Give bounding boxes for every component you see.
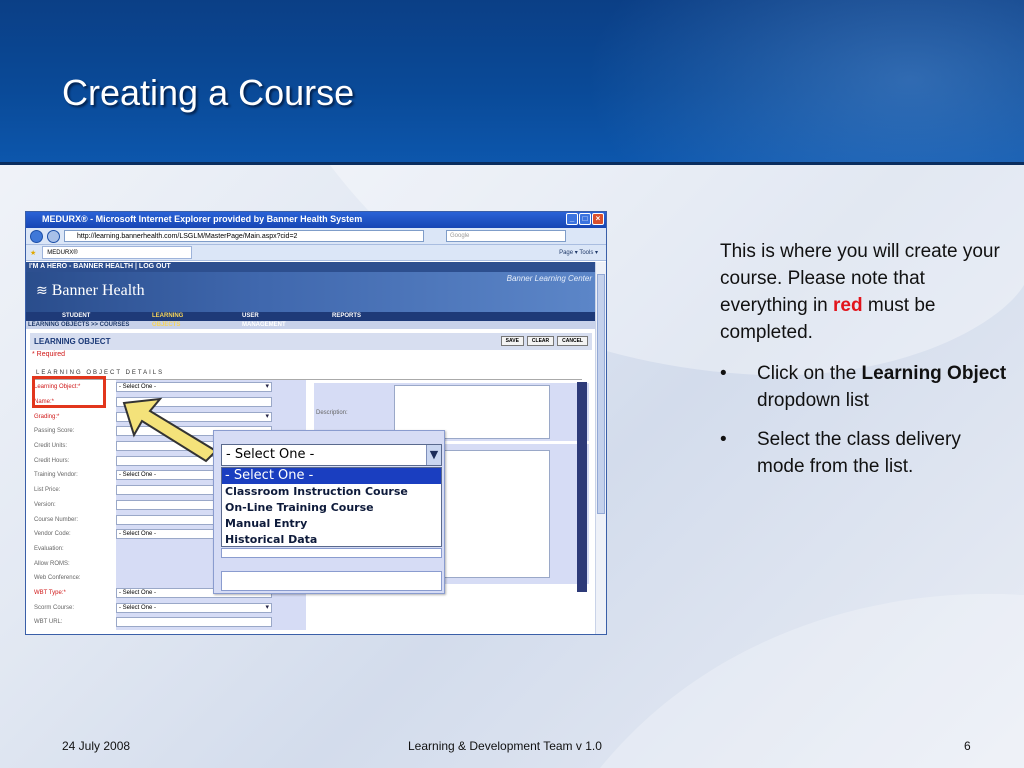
dropdown-options: - Select One - Classroom Instruction Cour… <box>221 467 442 547</box>
save-button[interactable]: SAVE <box>500 336 524 346</box>
panel-edge <box>577 382 587 592</box>
form-row: Scorm Course: - Select One - <box>32 600 307 615</box>
dropdown-option[interactable]: On-Line Training Course <box>222 500 441 516</box>
maximize-icon[interactable]: □ <box>579 213 591 225</box>
breadcrumb: LEARNING OBJECTS >> COURSES <box>26 321 596 329</box>
form-label: Course Number: <box>34 516 79 523</box>
chevron-down-icon[interactable]: ▼ <box>426 445 441 465</box>
nav-learning-objects[interactable]: LEARNING OBJECTS <box>116 312 206 328</box>
page-number: 6 <box>964 739 971 753</box>
close-icon[interactable]: × <box>592 213 604 225</box>
back-icon[interactable] <box>30 229 43 243</box>
form-label: Credit Hours: <box>34 457 70 464</box>
brand-name: Banner Health <box>51 282 145 299</box>
form-label: Vendor Code: <box>34 531 71 538</box>
hero-bar[interactable]: I'M A HERO - BANNER HEALTH | LOG OUT <box>26 262 596 272</box>
details-header: LEARNING OBJECT DETAILS <box>32 370 582 380</box>
browser-tab[interactable]: MEDURX® <box>42 246 193 259</box>
form-label: Training Vendor: <box>34 472 78 479</box>
dropdown-zoom: - Select One - ▼ - Select One - Classroom… <box>213 430 445 594</box>
required-note: * Required <box>32 351 66 358</box>
form-label: Scorm Course: <box>34 604 75 611</box>
callout-arrow-icon <box>122 397 218 463</box>
form-label: Allow ROMS: <box>34 560 70 567</box>
dropdown-option[interactable]: - Select One - <box>222 468 441 484</box>
ie-toolbar-tools[interactable]: Page ▾ Tools ▾ <box>559 249 598 256</box>
form-label: Version: <box>34 501 56 508</box>
cancel-button[interactable]: CANCEL <box>557 336 588 346</box>
form-field-cell: - Select One - <box>116 380 306 395</box>
intro-text: This is where you will create your cours… <box>720 241 1000 343</box>
form-label: List Price: <box>34 487 61 494</box>
bullet-select-delivery: • Select the class delivery mode from the… <box>720 429 961 477</box>
form-label: WBT Type:* <box>34 589 66 596</box>
form-label: Credit Units: <box>34 443 68 450</box>
scrollbar-thumb[interactable] <box>597 274 605 514</box>
dropdown-underlying-field-2 <box>221 571 442 591</box>
minimize-icon[interactable]: _ <box>566 213 578 225</box>
dropdown-option[interactable]: Historical Data <box>222 532 441 548</box>
form-field-cell <box>116 615 306 630</box>
select-value: - Select One - <box>226 447 315 462</box>
nav-user-management[interactable]: USER MANAGEMENT <box>206 312 296 328</box>
slide-title: Creating a Course <box>62 72 355 113</box>
favorites-star-icon[interactable]: ★ <box>30 249 36 257</box>
slide-notes: This is where you will create your cours… <box>720 238 1010 492</box>
form-label: Passing Score: <box>34 428 75 435</box>
dropdown-option[interactable]: Classroom Instruction Course <box>222 484 441 500</box>
form-label: Evaluation: <box>34 545 64 552</box>
form-label: Grading:* <box>34 413 60 420</box>
highlight-box <box>32 376 106 408</box>
description-label: Description: <box>316 410 348 416</box>
form-select[interactable]: - Select One - <box>116 602 272 613</box>
dropdown-option[interactable]: Manual Entry <box>222 516 441 532</box>
form-label: Web Conference: <box>34 575 81 582</box>
nav-student[interactable]: STUDENT <box>26 312 116 321</box>
learning-object-header: LEARNING OBJECT SAVE CLEAR CANCEL <box>30 333 592 350</box>
bullet-learning-object: • Click on the Learning Object dropdown l… <box>720 363 1007 411</box>
banner-health-logo: ≋ Banner Health <box>36 282 145 299</box>
form-input[interactable] <box>116 617 272 628</box>
footer-date: 24 July 2008 <box>62 739 131 753</box>
form-field-cell: - Select One - <box>116 600 306 615</box>
main-nav: STUDENT LEARNING OBJECTS USER MANAGEMENT… <box>26 312 596 328</box>
footer-center: Learning & Development Team v 1.0 <box>408 739 602 753</box>
learning-center-label: Banner Learning Center <box>506 274 592 283</box>
ie-address-bar: http://learning.bannerhealth.com/LSGLM/M… <box>26 228 606 245</box>
page-scrollbar[interactable] <box>595 262 606 634</box>
form-select[interactable]: - Select One - <box>116 382 272 393</box>
ie-tab-bar: ★ MEDURX® Page ▾ Tools ▾ <box>26 245 606 261</box>
clear-button[interactable]: CLEAR <box>526 336 555 346</box>
ie-title-text: MEDURX® - Microsoft Internet Explorer pr… <box>42 214 363 224</box>
search-input[interactable]: Google <box>446 230 566 242</box>
forward-icon[interactable] <box>47 229 60 243</box>
url-field[interactable]: http://learning.bannerhealth.com/LSGLM/M… <box>64 230 424 242</box>
learning-object-select[interactable]: - Select One - ▼ <box>221 444 442 466</box>
form-label: WBT URL: <box>34 619 63 626</box>
banner-health-header: ≋ Banner Health Banner Learning Center <box>26 272 596 312</box>
nav-reports[interactable]: REPORTS <box>296 312 386 321</box>
form-row: WBT URL: <box>32 615 307 630</box>
dropdown-underlying-field <box>221 548 442 558</box>
ie-title-bar: MEDURX® - Microsoft Internet Explorer pr… <box>26 212 606 228</box>
header-glow <box>560 0 1024 165</box>
